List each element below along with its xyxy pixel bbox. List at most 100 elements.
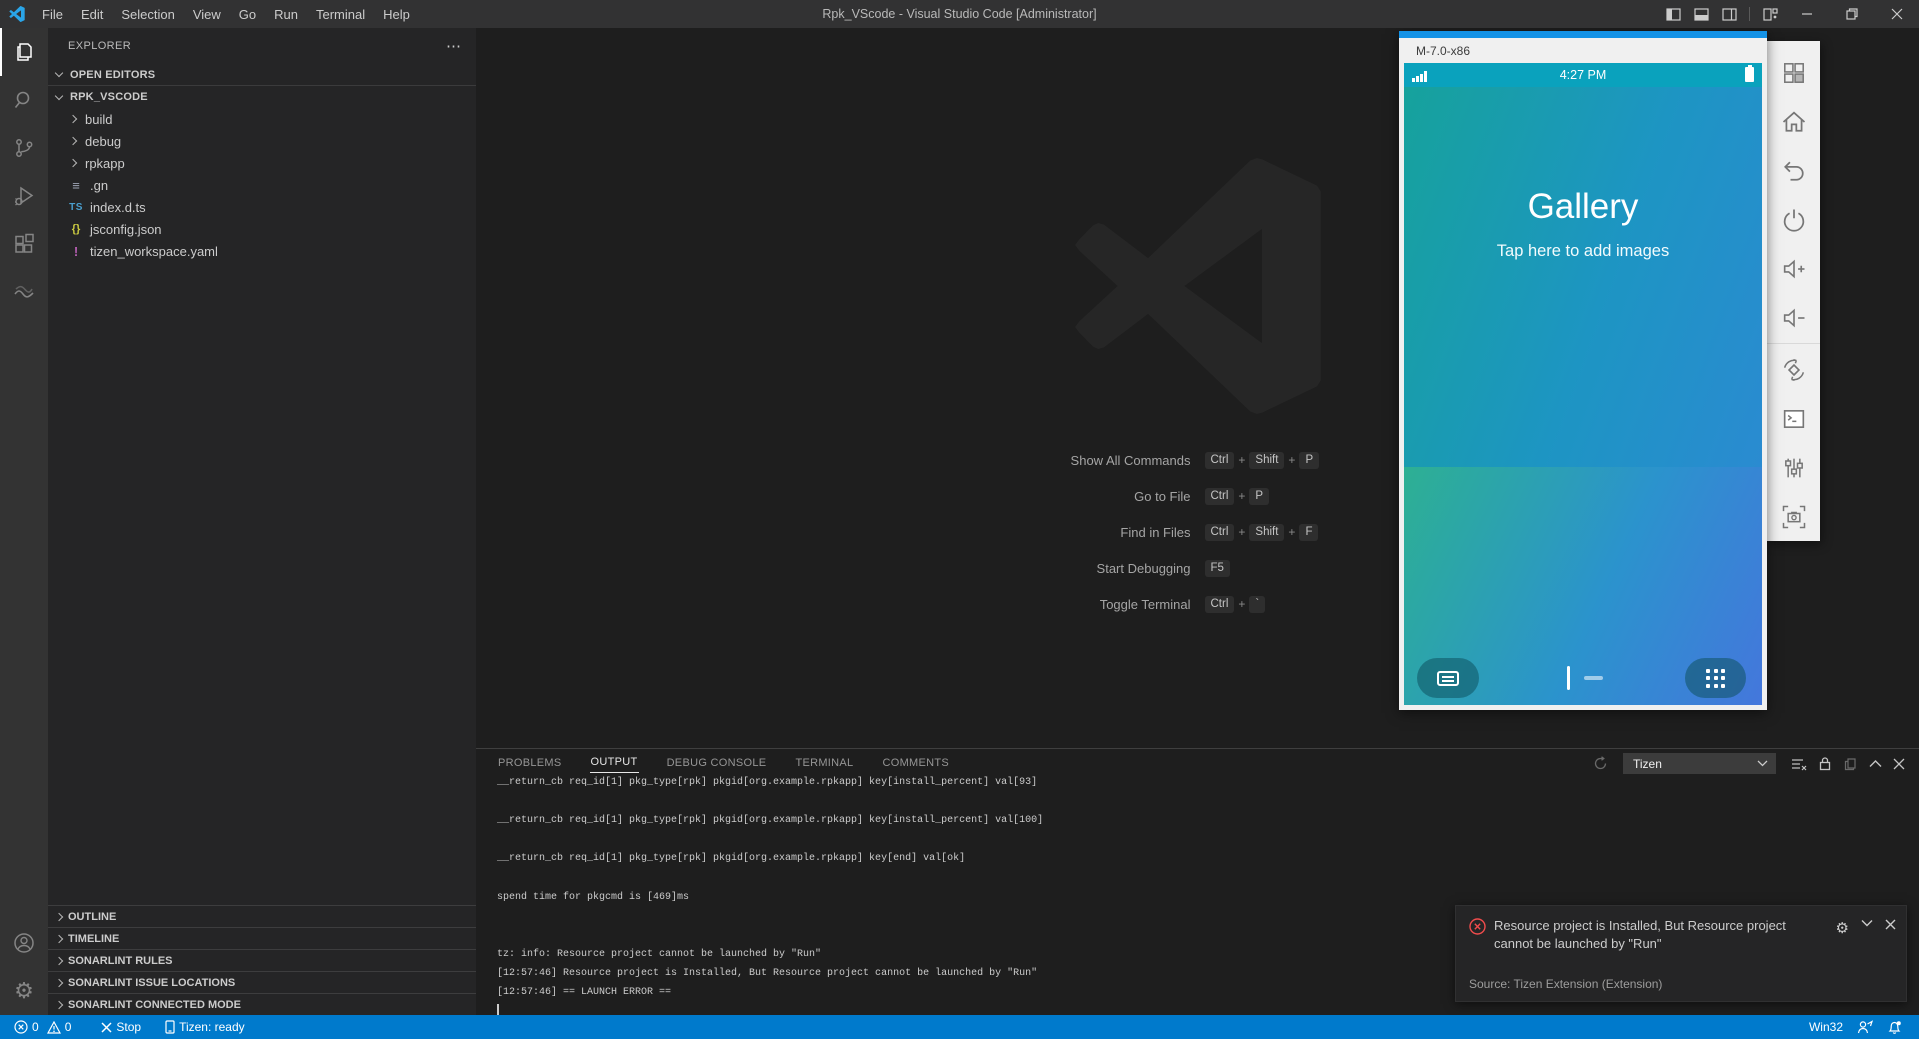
tab-terminal[interactable]: TERMINAL <box>794 752 854 773</box>
explorer-more-actions-icon[interactable]: ⋯ <box>446 37 462 55</box>
project-root-section[interactable]: RPK_VSCODE <box>48 86 476 108</box>
vscode-logo-icon <box>9 6 25 22</box>
run-debug-activity-icon[interactable] <box>0 172 48 220</box>
extensions-activity-icon[interactable] <box>0 220 48 268</box>
output-line: __return_cb req_id[1] pkg_type[rpk] pkgi… <box>497 773 1915 792</box>
menu-view[interactable]: View <box>184 0 230 28</box>
emulator-rotate-button[interactable] <box>1767 345 1820 394</box>
menu-go[interactable]: Go <box>230 0 265 28</box>
section-sonarlint-rules[interactable]: SONARLINT RULES <box>48 949 476 971</box>
settings-gear-icon[interactable]: ⚙ <box>0 967 48 1015</box>
open-output-in-editor-icon[interactable] <box>1843 756 1858 771</box>
emulator-power-button[interactable] <box>1767 196 1820 245</box>
window-title: Rpk_VScode - Visual Studio Code [Adminis… <box>822 0 1096 28</box>
toggle-secondary-sidebar-icon[interactable] <box>1715 0 1743 28</box>
menu-file[interactable]: File <box>33 0 72 28</box>
feedback-icon[interactable] <box>1850 1020 1880 1034</box>
problems-indicator[interactable]: 0 0 <box>7 1015 82 1039</box>
open-editors-section[interactable]: OPEN EDITORS <box>48 64 476 86</box>
tree-item-debug[interactable]: debug <box>48 130 476 152</box>
maximize-panel-icon[interactable] <box>1869 759 1882 768</box>
platform-indicator[interactable]: Win32 <box>1802 1020 1850 1034</box>
menu-terminal[interactable]: Terminal <box>307 0 374 28</box>
chevron-right-icon <box>55 934 63 942</box>
notifications-bell-icon[interactable] <box>1880 1020 1909 1035</box>
tree-item-gn[interactable]: ≡.gn <box>48 174 476 196</box>
page-indicator-other[interactable] <box>1584 676 1603 680</box>
section-sonarlint-issue-locations[interactable]: SONARLINT ISSUE LOCATIONS <box>48 971 476 993</box>
tab-debug-console[interactable]: DEBUG CONSOLE <box>666 752 768 773</box>
toggle-sidebar-icon[interactable] <box>1659 0 1687 28</box>
key-chip: F <box>1299 524 1318 541</box>
dock-apps-button[interactable] <box>1685 658 1746 698</box>
emulator-shell-button[interactable] <box>1767 394 1820 443</box>
section-timeline[interactable]: TIMELINE <box>48 927 476 949</box>
accounts-icon[interactable] <box>0 919 48 967</box>
tree-item-index-dts[interactable]: TSindex.d.ts <box>48 196 476 218</box>
output-line: spend time for pkgcmd is [469]ms <box>497 888 1915 907</box>
notification-settings-icon[interactable]: ⚙ <box>1836 919 1849 937</box>
notification-close-icon[interactable] <box>1885 919 1896 930</box>
chevron-right-icon <box>69 137 77 145</box>
emulator-toolbar <box>1767 41 1820 541</box>
search-activity-icon[interactable] <box>0 76 48 124</box>
restore-button[interactable] <box>1829 0 1874 28</box>
emulator-volume-down-button[interactable] <box>1767 294 1820 343</box>
output-channel-select[interactable]: Tizen <box>1623 753 1776 774</box>
refresh-icon[interactable] <box>1593 756 1608 771</box>
vscode-watermark-logo <box>1070 158 1326 414</box>
emulator-apps-button[interactable] <box>1767 49 1820 98</box>
tree-item-jsconfig[interactable]: {}jsconfig.json <box>48 218 476 240</box>
dock-menu-button[interactable] <box>1417 658 1479 698</box>
chevron-right-icon <box>55 912 63 920</box>
gallery-app-subtitle[interactable]: Tap here to add images <box>1404 239 1762 263</box>
emulator-screenshot-button[interactable] <box>1767 492 1820 541</box>
emulator-volume-up-button[interactable] <box>1767 245 1820 294</box>
menu-help[interactable]: Help <box>374 0 419 28</box>
key-chip: P <box>1249 488 1269 505</box>
tab-comments[interactable]: COMMENTS <box>881 752 950 773</box>
notification-chevron-down-icon[interactable] <box>1861 919 1873 927</box>
chevron-down-icon <box>55 69 63 77</box>
clear-output-icon[interactable] <box>1791 757 1807 771</box>
emulator-home-button[interactable] <box>1767 98 1820 147</box>
chevron-right-icon <box>69 159 77 167</box>
yaml-file-icon: ! <box>68 244 84 259</box>
gallery-widget[interactable] <box>1404 87 1762 467</box>
gn-file-icon: ≡ <box>68 178 84 193</box>
tree-item-build[interactable]: build <box>48 108 476 130</box>
menu-run[interactable]: Run <box>265 0 307 28</box>
toggle-panel-icon[interactable] <box>1687 0 1715 28</box>
apps-grid-icon <box>1706 669 1725 688</box>
close-panel-icon[interactable] <box>1893 758 1905 770</box>
source-control-activity-icon[interactable] <box>0 124 48 172</box>
customize-layout-icon[interactable] <box>1756 0 1784 28</box>
menu-edit[interactable]: Edit <box>72 0 112 28</box>
section-outline[interactable]: OUTLINE <box>48 905 476 927</box>
close-window-button[interactable] <box>1874 0 1919 28</box>
stop-button[interactable]: Stop <box>94 1015 148 1039</box>
menu-selection[interactable]: Selection <box>112 0 183 28</box>
explorer-activity-icon[interactable] <box>0 28 48 76</box>
key-chip: Shift <box>1249 452 1284 469</box>
key-chip: P <box>1299 452 1319 469</box>
json-file-icon: {} <box>68 223 84 235</box>
tab-output[interactable]: OUTPUT <box>590 751 639 773</box>
lock-scroll-icon[interactable] <box>1818 756 1832 771</box>
tree-item-tizen-workspace[interactable]: !tizen_workspace.yaml <box>48 240 476 262</box>
tizen-status[interactable]: Tizen: ready <box>158 1015 252 1039</box>
vscode-window: File Edit Selection View Go Run Terminal… <box>0 0 1919 1039</box>
emulator-back-button[interactable] <box>1767 147 1820 196</box>
tree-item-rpkapp[interactable]: rpkapp <box>48 152 476 174</box>
minimize-button[interactable] <box>1784 0 1829 28</box>
emulator-controls-button[interactable] <box>1767 443 1820 492</box>
key-chip: ` <box>1249 596 1265 613</box>
section-sonarlint-connected-mode[interactable]: SONARLINT CONNECTED MODE <box>48 993 476 1015</box>
sonarlint-activity-icon[interactable] <box>0 268 48 316</box>
output-line <box>497 792 1915 811</box>
emulator-window-title[interactable]: M-7.0-x86 <box>1399 38 1767 63</box>
sidebar-header: EXPLORER ⋯ <box>48 28 476 64</box>
chevron-right-icon <box>55 956 63 964</box>
stop-x-icon <box>101 1022 112 1033</box>
tab-problems[interactable]: PROBLEMS <box>497 752 563 773</box>
